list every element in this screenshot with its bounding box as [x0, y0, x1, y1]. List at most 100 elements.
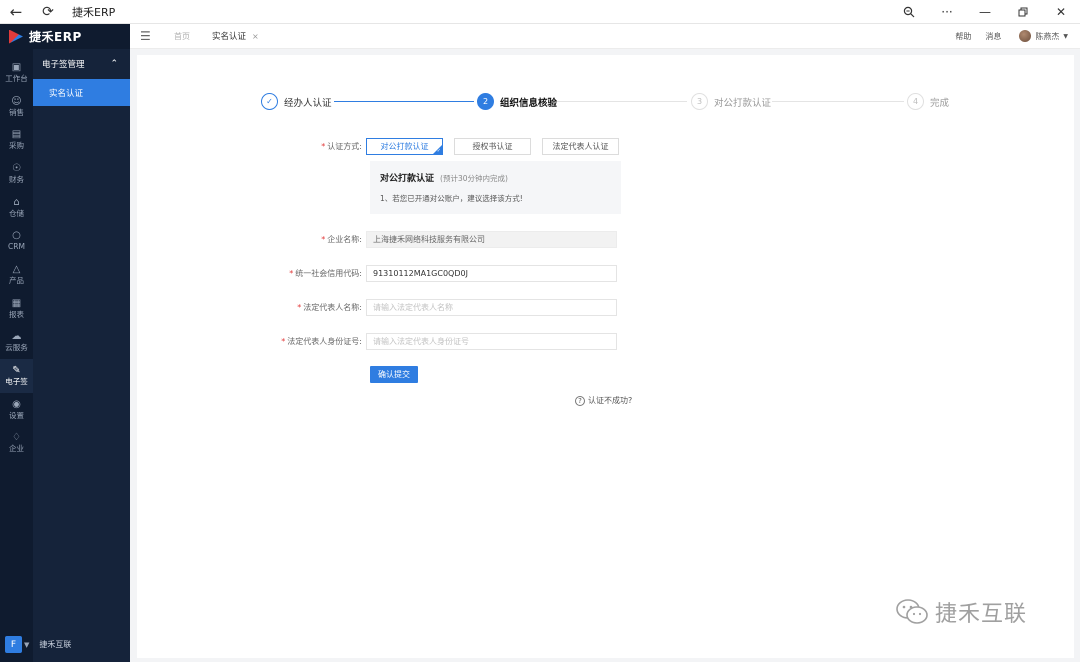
step-number: 2 — [477, 93, 494, 110]
nav-label: 设置 — [9, 410, 24, 420]
purchase-icon: ▤ — [11, 129, 22, 141]
nav-item-esign[interactable]: ✎ 电子签 — [0, 359, 33, 393]
step-label: 对公打款认证 — [714, 97, 772, 109]
check-icon: ✓ — [436, 148, 441, 154]
nav-item-purchase[interactable]: ▤ 采购 — [0, 123, 33, 157]
option-authorization-letter[interactable]: 授权书认证 — [454, 138, 531, 155]
nav-item-product[interactable]: △ 产品 — [0, 258, 33, 292]
settings-icon: ◉ — [12, 398, 21, 410]
back-arrow-icon[interactable]: ← — [4, 0, 28, 24]
submit-button[interactable]: 确认提交 — [370, 366, 418, 383]
company-name-row: * 企业名称: 上海捷禾网络科技服务有限公司 — [137, 231, 617, 248]
help-text: 认证不成功? — [588, 396, 633, 405]
minimize-icon[interactable]: — — [966, 0, 1004, 24]
submenu-panel: 电子签管理 ⌃ 实名认证 — [33, 49, 130, 662]
field-label: * 法定代表人身份证号: — [281, 337, 362, 346]
nav-label: 销售 — [9, 107, 24, 117]
sales-icon: ☺ — [11, 95, 22, 107]
field-label: * 统一社会信用代码: — [289, 269, 362, 278]
window-titlebar: ← ⟳ 捷禾ERP ··· — ✕ — [0, 0, 1080, 24]
credit-code-field[interactable]: 91310112MA1GC0QD0J — [366, 265, 617, 282]
nav-label: 报表 — [9, 309, 24, 319]
nav-item-report[interactable]: ▦ 报表 — [0, 292, 33, 326]
step-connector — [772, 101, 904, 102]
window-title: 捷禾ERP — [72, 5, 116, 19]
field-label: * 企业名称: — [321, 235, 362, 244]
verification-help-link[interactable]: ? 认证不成功? — [575, 395, 632, 406]
tab-label: 实名认证 — [212, 32, 247, 42]
step-3: 3 对公打款认证 — [691, 93, 771, 110]
wechat-icon — [895, 598, 929, 626]
nav-item-workbench[interactable]: ▣ 工作台 — [0, 56, 33, 90]
step-number: 4 — [907, 93, 924, 110]
option-legal-representative[interactable]: 法定代表人认证 — [542, 138, 619, 155]
submenu-item-verification[interactable]: 实名认证 — [33, 79, 130, 106]
step-1: ✓ 经办人认证 — [261, 93, 332, 110]
nav-item-cloud[interactable]: ☁ 云服务 — [0, 326, 33, 360]
chevron-up-icon: ⌃ — [110, 59, 118, 69]
tab-close-icon[interactable]: × — [252, 32, 259, 41]
nav-item-settings[interactable]: ◉ 设置 — [0, 393, 33, 427]
crm-icon: ○ — [12, 230, 21, 242]
notice-link[interactable]: 消息 — [985, 31, 1001, 42]
logo-icon — [9, 29, 23, 44]
monitor-icon: ▣ — [11, 61, 22, 73]
nav-item-sales[interactable]: ☺ 销售 — [0, 90, 33, 124]
watermark: 捷禾互联 — [895, 596, 1027, 628]
top-header: ☰ 首页 实名认证 × 帮助 消息 陈燕杰 ▼ — [130, 24, 1080, 49]
close-icon[interactable]: ✕ — [1042, 0, 1080, 24]
nav-label: 云服务 — [5, 343, 28, 353]
brand-logo: 捷禾ERP — [0, 24, 130, 49]
org-switcher[interactable]: F ▼ 捷禾互联 — [5, 636, 71, 653]
step-label: 完成 — [930, 97, 950, 109]
menu-toggle-icon[interactable]: ☰ — [140, 29, 156, 43]
user-menu[interactable]: 陈燕杰 ▼ — [1019, 30, 1068, 42]
option-bank-transfer[interactable]: 对公打款认证 ✓ — [366, 138, 443, 155]
restore-icon[interactable] — [1004, 0, 1042, 24]
field-label: * 法定代表人名称: — [297, 303, 362, 312]
legal-rep-name-row: * 法定代表人名称: 请输入法定代表人名称 — [137, 299, 617, 316]
nav-label: 采购 — [9, 141, 24, 151]
nav-item-enterprise[interactable]: ♢ 企业 — [0, 427, 33, 461]
chevron-down-icon: ▼ — [1063, 32, 1068, 40]
org-avatar: F — [5, 636, 22, 653]
legal-rep-id-input[interactable]: 请输入法定代表人身份证号 — [366, 333, 617, 350]
submenu-group-esign[interactable]: 电子签管理 ⌃ — [33, 49, 130, 79]
step-4: 4 完成 — [907, 93, 949, 110]
nav-item-warehouse[interactable]: ⌂ 仓储 — [0, 191, 33, 225]
tab-home[interactable]: 首页 — [174, 31, 190, 42]
step-connector — [557, 101, 687, 102]
nav-label: CRM — [8, 242, 25, 252]
user-name: 陈燕杰 — [1035, 31, 1060, 41]
step-number: 3 — [691, 93, 708, 110]
nav-label: 电子签 — [5, 377, 28, 387]
watermark-text: 捷禾互联 — [935, 602, 1028, 627]
step-2: 2 组织信息核验 — [477, 93, 557, 110]
option-label: 法定代表人认证 — [552, 142, 609, 151]
main-content: ✓ 经办人认证 2 组织信息核验 3 对公打款认证 4 完成 * 认证方式: 对公… — [137, 55, 1074, 658]
step-label: 组织信息核验 — [500, 97, 558, 109]
warehouse-icon: ⌂ — [13, 196, 20, 208]
nav-label: 产品 — [9, 275, 24, 285]
check-icon: ✓ — [261, 93, 278, 110]
enterprise-icon: ♢ — [12, 432, 21, 444]
nav-label: 工作台 — [5, 73, 28, 83]
legal-rep-id-row: * 法定代表人身份证号: 请输入法定代表人身份证号 — [137, 333, 617, 350]
method-row: * 认证方式: 对公打款认证 ✓ 授权书认证 法定代表人认证 — [137, 138, 619, 155]
chevron-down-icon: ▼ — [24, 640, 30, 649]
refresh-icon[interactable]: ⟳ — [36, 0, 60, 24]
legal-rep-name-input[interactable]: 请输入法定代表人名称 — [366, 299, 617, 316]
nav-item-finance[interactable]: ☉ 财务 — [0, 157, 33, 191]
avatar — [1019, 30, 1032, 42]
info-title: 对公打款认证 (预计30分钟内完成) — [380, 174, 508, 184]
nav-label: 企业 — [9, 444, 24, 454]
info-description: 1、若您已开通对公账户，建议选择该方式! — [380, 194, 523, 203]
nav-item-crm[interactable]: ○ CRM — [0, 224, 33, 258]
more-icon[interactable]: ··· — [928, 0, 966, 24]
tab-verification[interactable]: 实名认证 × — [212, 30, 259, 43]
method-info-box: 对公打款认证 (预计30分钟内完成) 1、若您已开通对公账户，建议选择该方式! — [370, 161, 621, 214]
zoom-icon[interactable] — [890, 0, 928, 24]
option-label: 授权书认证 — [472, 142, 513, 151]
help-link[interactable]: 帮助 — [955, 31, 971, 42]
report-icon: ▦ — [11, 297, 22, 309]
